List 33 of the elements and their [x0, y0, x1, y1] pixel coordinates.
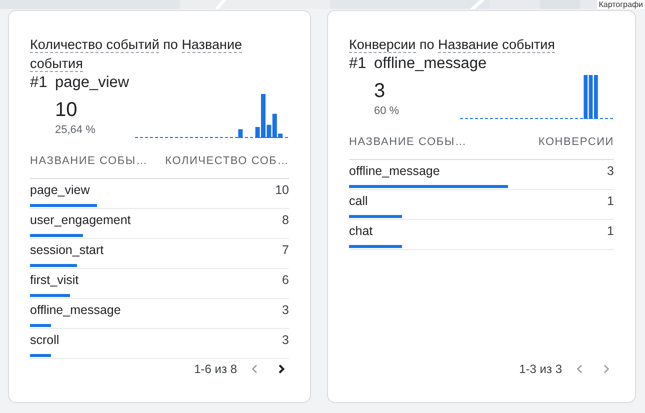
event-name: page_view — [30, 182, 90, 199]
event-name: call — [349, 192, 368, 210]
event-value: 1 — [607, 222, 614, 240]
event-value: 10 — [275, 182, 289, 199]
event-name: first_visit — [30, 272, 79, 289]
event-value: 3 — [607, 162, 614, 180]
top-item: #1 page_view — [30, 73, 130, 92]
event-name: chat — [349, 222, 373, 240]
event-value: 6 — [282, 272, 289, 289]
event-value: 3 — [282, 302, 289, 319]
event-value: 3 — [282, 332, 289, 349]
top-share: 60 % — [374, 104, 400, 118]
event-value: 7 — [282, 242, 289, 259]
card-title: Конверсии по Название события — [349, 36, 556, 54]
event-name: scroll — [30, 332, 60, 349]
map-attribution[interactable]: Картографи — [596, 0, 645, 9]
event-name: session_start — [30, 242, 104, 259]
column-header[interactable]: НАЗВАНИЕ СОБЫ… — [349, 134, 467, 150]
column-header[interactable]: КОНВЕРСИИ — [538, 134, 614, 150]
top-value: 10 — [55, 98, 78, 122]
page-range: 1-3 из 3 — [519, 361, 562, 378]
page-range: 1-6 из 8 — [194, 361, 237, 378]
card-title: Количество событий по Название события — [30, 36, 244, 73]
event-value: 1 — [607, 192, 614, 210]
event-value: 8 — [282, 212, 289, 229]
top-item: #1 offline_message — [349, 54, 488, 73]
event-name: offline_message — [30, 302, 121, 319]
column-header[interactable]: НАЗВАНИЕ СОБЫ… — [30, 153, 148, 170]
top-share: 25,64 % — [55, 122, 96, 138]
event-name: offline_message — [349, 162, 440, 180]
event-name: user_engagement — [30, 212, 131, 229]
top-value: 3 — [374, 78, 386, 102]
column-header[interactable]: КОЛИЧЕСТВО СОБ… — [165, 153, 289, 170]
